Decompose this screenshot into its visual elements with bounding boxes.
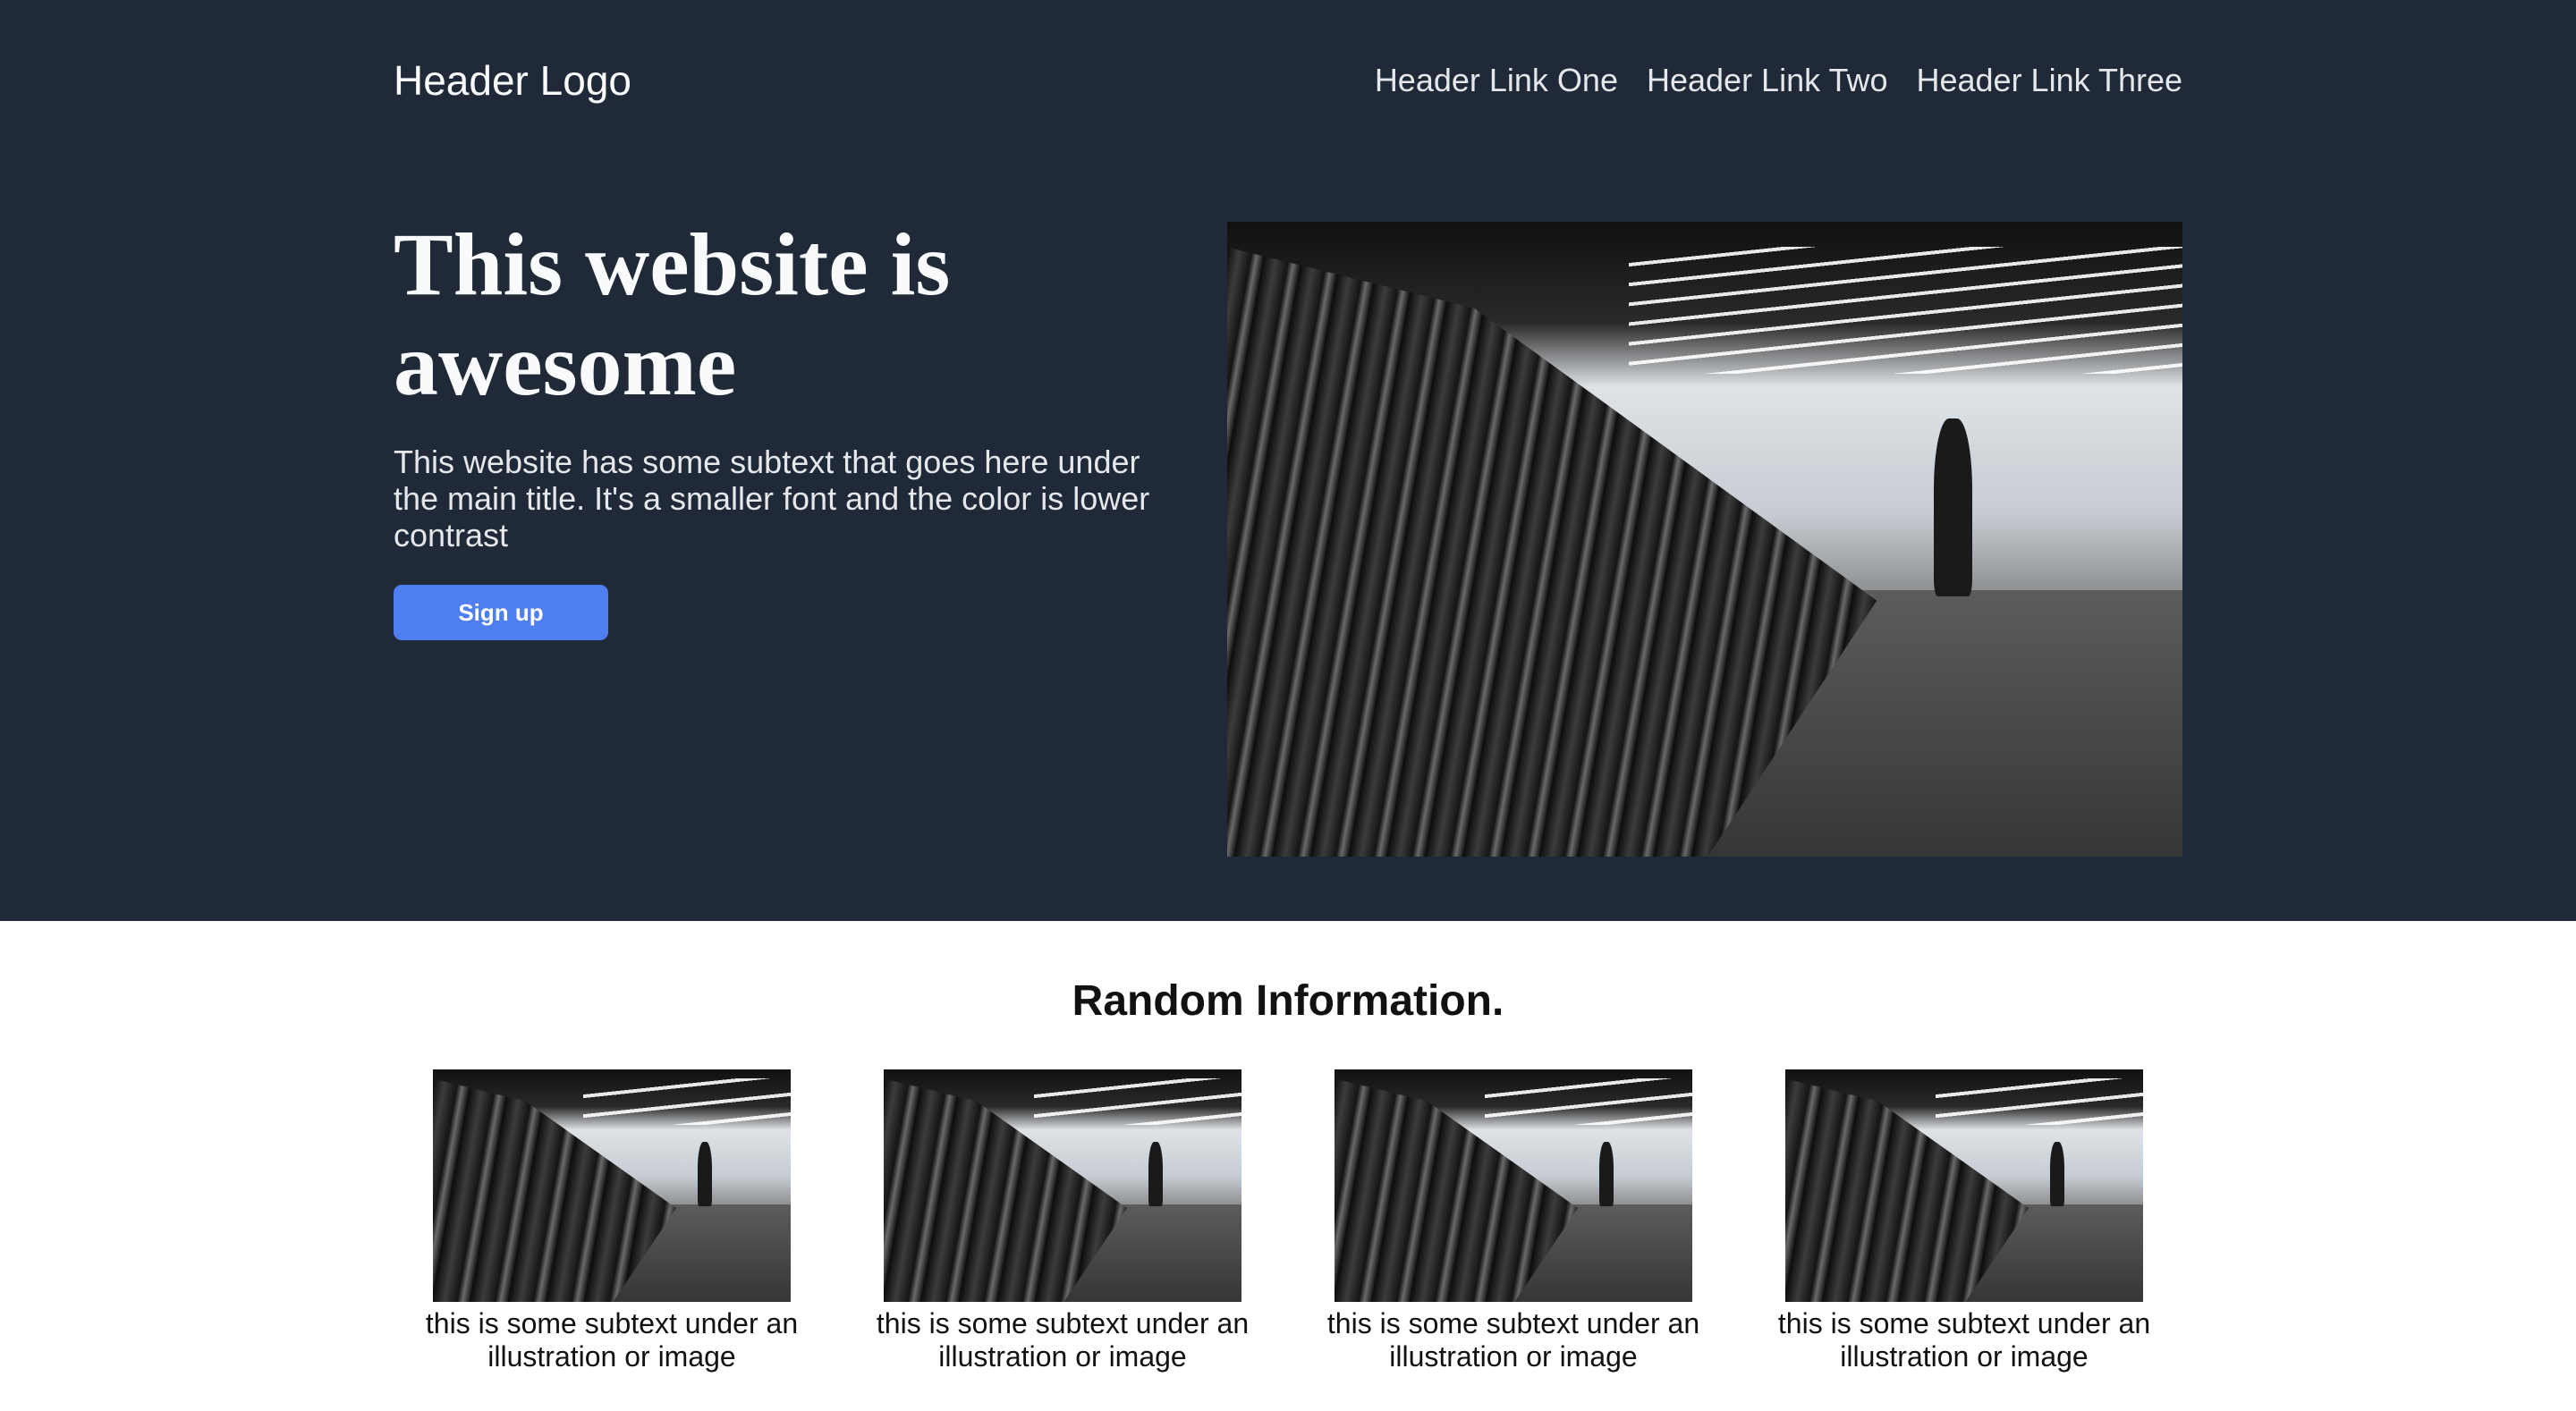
sign-up-button[interactable]: Sign up: [394, 585, 608, 640]
card-caption: this is some subtext under an illustrati…: [425, 1307, 799, 1373]
hero-subtext: This website has some subtext that goes …: [394, 444, 1150, 553]
header-link-two[interactable]: Header Link Two: [1647, 54, 1888, 107]
card-caption: this is some subtext under an illustrati…: [1326, 1307, 1700, 1373]
person-figure: [2050, 1141, 2064, 1207]
ceiling-lights: [1034, 1078, 1241, 1126]
person-figure: [1599, 1141, 1614, 1207]
ceiling-lights: [1485, 1078, 1692, 1126]
section-title: Random Information.: [1072, 977, 1504, 1025]
info-card: this is some subtext under an illustrati…: [877, 1069, 1249, 1373]
person-figure: [1934, 418, 1973, 596]
card-caption: this is some subtext under an illustrati…: [1777, 1307, 2151, 1373]
card-gym-image: [884, 1069, 1241, 1302]
info-card: this is some subtext under an illustrati…: [1778, 1069, 2150, 1373]
card-gym-image: [433, 1069, 791, 1302]
hero-title: This website is awesome: [394, 215, 951, 414]
ceiling-lights: [1628, 247, 2182, 375]
header-link-three[interactable]: Header Link Three: [1916, 54, 2182, 107]
person-figure: [698, 1141, 712, 1207]
person-figure: [1148, 1141, 1163, 1207]
header-link-one[interactable]: Header Link One: [1375, 54, 1618, 107]
header-logo[interactable]: Header Logo: [394, 54, 631, 107]
card-caption: this is some subtext under an illustrati…: [876, 1307, 1250, 1373]
info-card: this is some subtext under an illustrati…: [1327, 1069, 1699, 1373]
header-nav: Header Link One Header Link Two Header L…: [1375, 54, 2182, 107]
ceiling-lights: [583, 1078, 791, 1126]
info-card: this is some subtext under an illustrati…: [426, 1069, 798, 1373]
ceiling-lights: [1936, 1078, 2143, 1126]
card-gym-image: [1785, 1069, 2143, 1302]
card-gym-image: [1335, 1069, 1692, 1302]
hero-gym-image: [1227, 222, 2182, 857]
hero-section: Header Logo Header Link One Header Link …: [0, 0, 2576, 921]
